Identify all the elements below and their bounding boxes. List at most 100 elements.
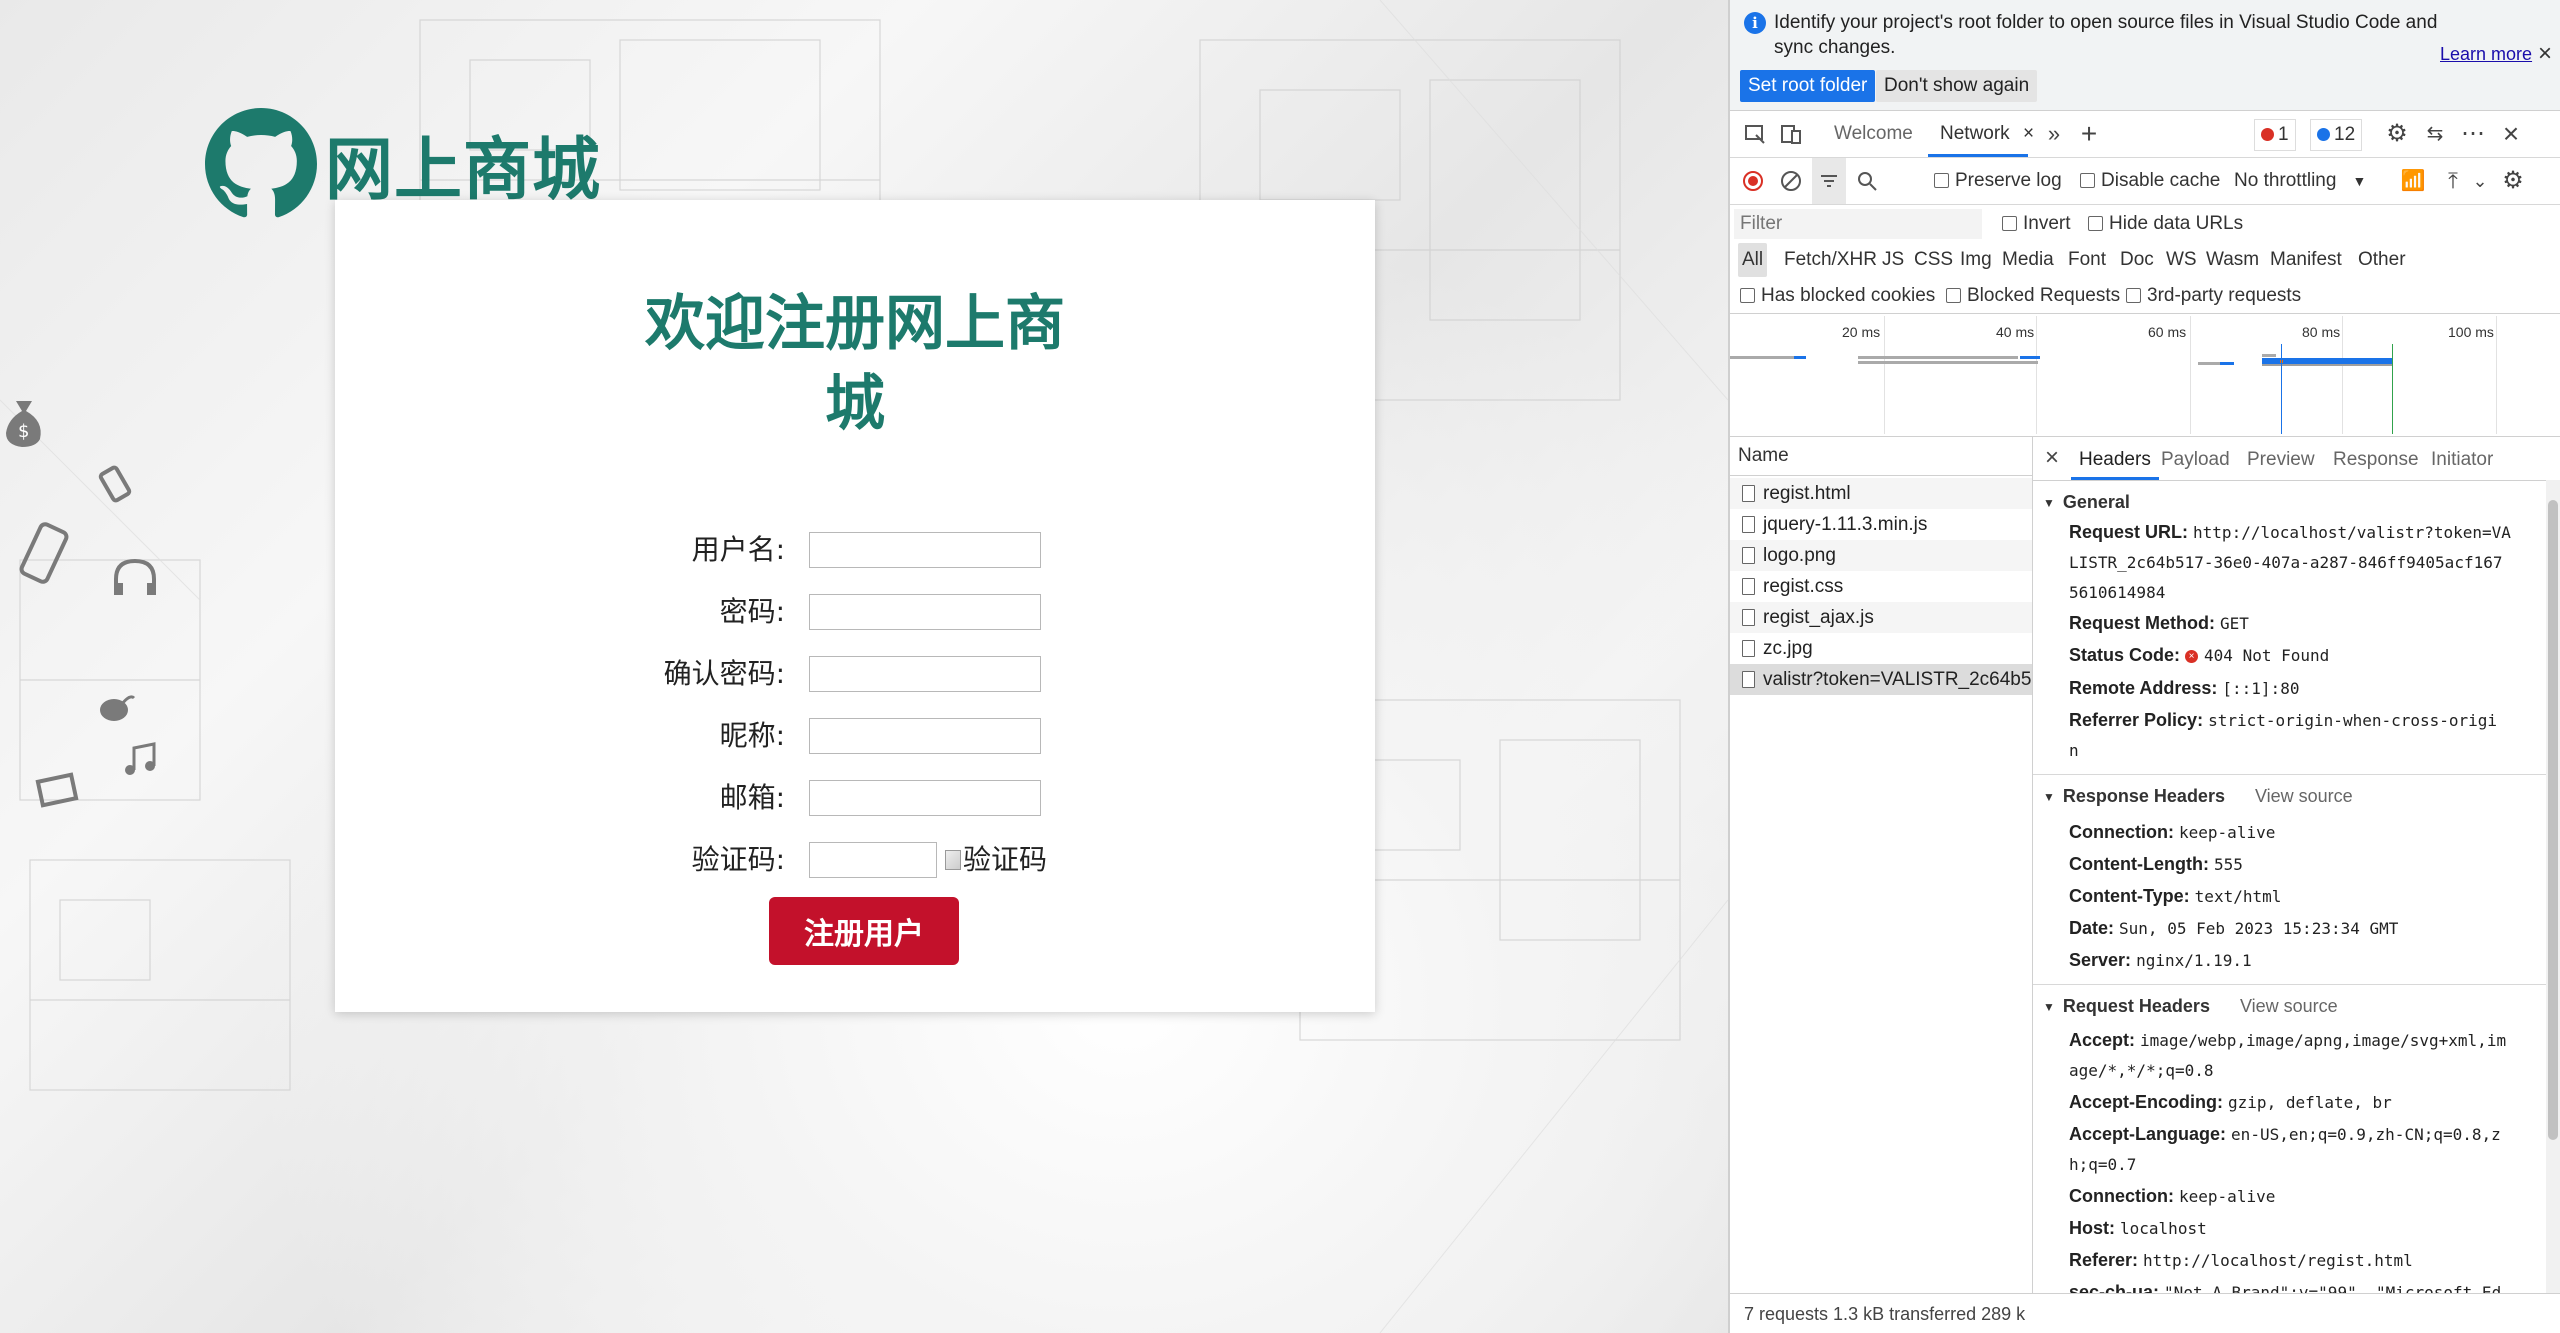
header-key: Accept-Encoding: xyxy=(2069,1092,2224,1112)
add-tab-icon[interactable]: + xyxy=(2076,111,2102,157)
type-filter-manifest[interactable]: Manifest xyxy=(2270,243,2342,277)
checkbox-icon xyxy=(1946,288,1961,304)
preserve-log-checkbox[interactable]: Preserve log xyxy=(1934,158,2062,204)
network-overview-timeline[interactable]: 20 ms 40 ms 60 ms 80 ms 100 ms xyxy=(1730,314,2560,437)
request-name: zc.jpg xyxy=(1763,638,1813,659)
header-key: Accept: xyxy=(2069,1030,2136,1050)
header-value: h;q=0.7 xyxy=(2069,1155,2137,1174)
close-detail-icon[interactable]: × xyxy=(2045,436,2059,480)
customize-icon[interactable]: ⇆ xyxy=(2420,111,2450,157)
request-header-row: Accept: image/webp,image/apng,image/svg+… xyxy=(2069,1024,2549,1057)
hide-data-urls-checkbox[interactable]: Hide data URLs xyxy=(2088,205,2243,243)
device-emulation-icon[interactable] xyxy=(1774,111,1808,157)
type-filter-css[interactable]: CSS xyxy=(1914,243,1953,277)
file-icon xyxy=(1742,578,1755,596)
network-settings-icon[interactable]: ⚙ xyxy=(2498,158,2528,204)
type-filter-wasm[interactable]: Wasm xyxy=(2206,243,2259,277)
export-har-icon[interactable]: ⌄ xyxy=(2470,158,2490,204)
disable-cache-checkbox[interactable]: Disable cache xyxy=(2080,158,2220,204)
messages-badge[interactable]: 12 xyxy=(2310,119,2363,151)
more-tabs-icon[interactable]: » xyxy=(2042,111,2066,157)
request-row[interactable]: regist.css xyxy=(1730,571,2032,602)
type-filter-other[interactable]: Other xyxy=(2358,243,2406,277)
third-party-checkbox[interactable]: 3rd-party requests xyxy=(2126,279,2301,313)
header-value: "Not_A Brand";v="99", "Microsoft Ed xyxy=(2164,1283,2502,1293)
blocked-requests-checkbox[interactable]: Blocked Requests xyxy=(1946,279,2120,313)
request-row[interactable]: jquery-1.11.3.min.js xyxy=(1730,509,2032,540)
logo-text: 网上商城 xyxy=(325,131,602,210)
throttling-select[interactable]: No throttling ▼ xyxy=(2234,158,2366,204)
register-button[interactable]: 注册用户 xyxy=(769,897,959,965)
type-filter-media[interactable]: Media xyxy=(2002,243,2054,277)
request-row-selected[interactable]: valistr?token=VALISTR_2c64b5... xyxy=(1730,664,2032,695)
email-row: 邮箱: xyxy=(335,778,1375,818)
tab-close-icon[interactable]: × xyxy=(2023,123,2034,144)
general-header[interactable]: ▼ General xyxy=(2033,488,2553,516)
tab-initiator[interactable]: Initiator xyxy=(2431,436,2493,480)
type-filter-img[interactable]: Img xyxy=(1960,243,1992,277)
nickname-input[interactable] xyxy=(809,718,1041,754)
request-row[interactable]: regist.html xyxy=(1730,478,2032,509)
detail-scrollbar[interactable] xyxy=(2546,480,2560,1293)
grid-line xyxy=(2036,316,2037,434)
dont-show-again-button[interactable]: Don't show again xyxy=(1876,70,2038,102)
header-key: Content-Type: xyxy=(2069,886,2190,906)
blocked-cookies-checkbox[interactable]: Has blocked cookies xyxy=(1740,279,1935,313)
request-row[interactable]: regist_ajax.js xyxy=(1730,602,2032,633)
tab-network[interactable]: Network × xyxy=(1928,111,2034,157)
confirm-password-input[interactable] xyxy=(809,656,1041,692)
settings-gear-icon[interactable]: ⚙ xyxy=(2382,111,2412,157)
captcha-image[interactable]: 验证码 xyxy=(945,840,1047,880)
email-label: 邮箱: xyxy=(719,781,785,814)
scrollbar-thumb[interactable] xyxy=(2548,500,2558,1140)
type-filter-font[interactable]: Font xyxy=(2068,243,2106,277)
request-row[interactable]: zc.jpg xyxy=(1730,633,2032,664)
import-har-icon[interactable]: ⤒ xyxy=(2438,158,2468,204)
view-source-link[interactable]: View source xyxy=(2240,996,2338,1016)
tab-headers[interactable]: Headers xyxy=(2071,436,2159,480)
timeline-tick: 40 ms xyxy=(1996,324,2035,340)
captcha-input[interactable] xyxy=(809,842,937,878)
checkbox-icon xyxy=(2126,288,2141,304)
header-value: http://localhost/regist.html xyxy=(2143,1251,2413,1270)
remote-address-header: Remote Address: [::1]:80 xyxy=(2069,672,2549,705)
name-column-header[interactable]: Name xyxy=(1730,436,2032,476)
set-root-folder-button[interactable]: Set root folder xyxy=(1740,70,1876,102)
more-options-icon[interactable]: ⋯ xyxy=(2458,111,2488,157)
type-filter-all[interactable]: All xyxy=(1738,243,1768,277)
tab-welcome[interactable]: Welcome xyxy=(1834,111,1913,157)
errors-badge[interactable]: 1 xyxy=(2254,119,2296,151)
record-icon[interactable] xyxy=(1736,158,1770,204)
close-devtools-icon[interactable]: × xyxy=(2496,111,2526,157)
tab-preview[interactable]: Preview xyxy=(2247,436,2315,480)
username-input[interactable] xyxy=(809,532,1041,568)
clear-icon[interactable] xyxy=(1774,158,1808,204)
type-filter-fetch-xhr[interactable]: Fetch/XHR xyxy=(1784,243,1877,277)
invert-checkbox[interactable]: Invert xyxy=(2002,205,2071,243)
response-headers-header[interactable]: ▼ Response Headers View source xyxy=(2033,782,2553,810)
header-value: 555 xyxy=(2213,855,2243,874)
type-filter-js[interactable]: JS xyxy=(1882,243,1904,277)
response-headers-section: ▼ Response Headers View source xyxy=(2033,782,2553,810)
filter-icon[interactable] xyxy=(1812,158,1846,204)
header-value: 404 Not Found xyxy=(2204,646,2330,665)
search-icon[interactable] xyxy=(1850,158,1884,204)
filter-input[interactable] xyxy=(1734,209,1982,239)
registration-form-card: 欢迎注册网上商城 用户名: 密码: 确认密码: 昵称: 邮箱: 验证码: 验证码 xyxy=(335,200,1375,1012)
tab-response[interactable]: Response xyxy=(2333,436,2419,480)
type-filter-ws[interactable]: WS xyxy=(2166,243,2197,277)
tab-payload[interactable]: Payload xyxy=(2161,436,2230,480)
inspect-icon[interactable] xyxy=(1738,111,1772,157)
request-headers-header[interactable]: ▼ Request Headers View source xyxy=(2033,992,2553,1020)
request-row[interactable]: logo.png xyxy=(1730,540,2032,571)
close-icon[interactable]: × xyxy=(2538,40,2552,68)
checkbox-icon xyxy=(1740,288,1755,304)
email-input[interactable] xyxy=(809,780,1041,816)
learn-more-link[interactable]: Learn more xyxy=(2440,44,2532,65)
expand-triangle-icon: ▼ xyxy=(2043,790,2055,805)
view-source-link[interactable]: View source xyxy=(2255,786,2353,806)
password-input[interactable] xyxy=(809,594,1041,630)
network-conditions-icon[interactable]: 📶 xyxy=(2398,158,2428,204)
type-filter-doc[interactable]: Doc xyxy=(2120,243,2154,277)
section-divider xyxy=(2033,984,2560,985)
